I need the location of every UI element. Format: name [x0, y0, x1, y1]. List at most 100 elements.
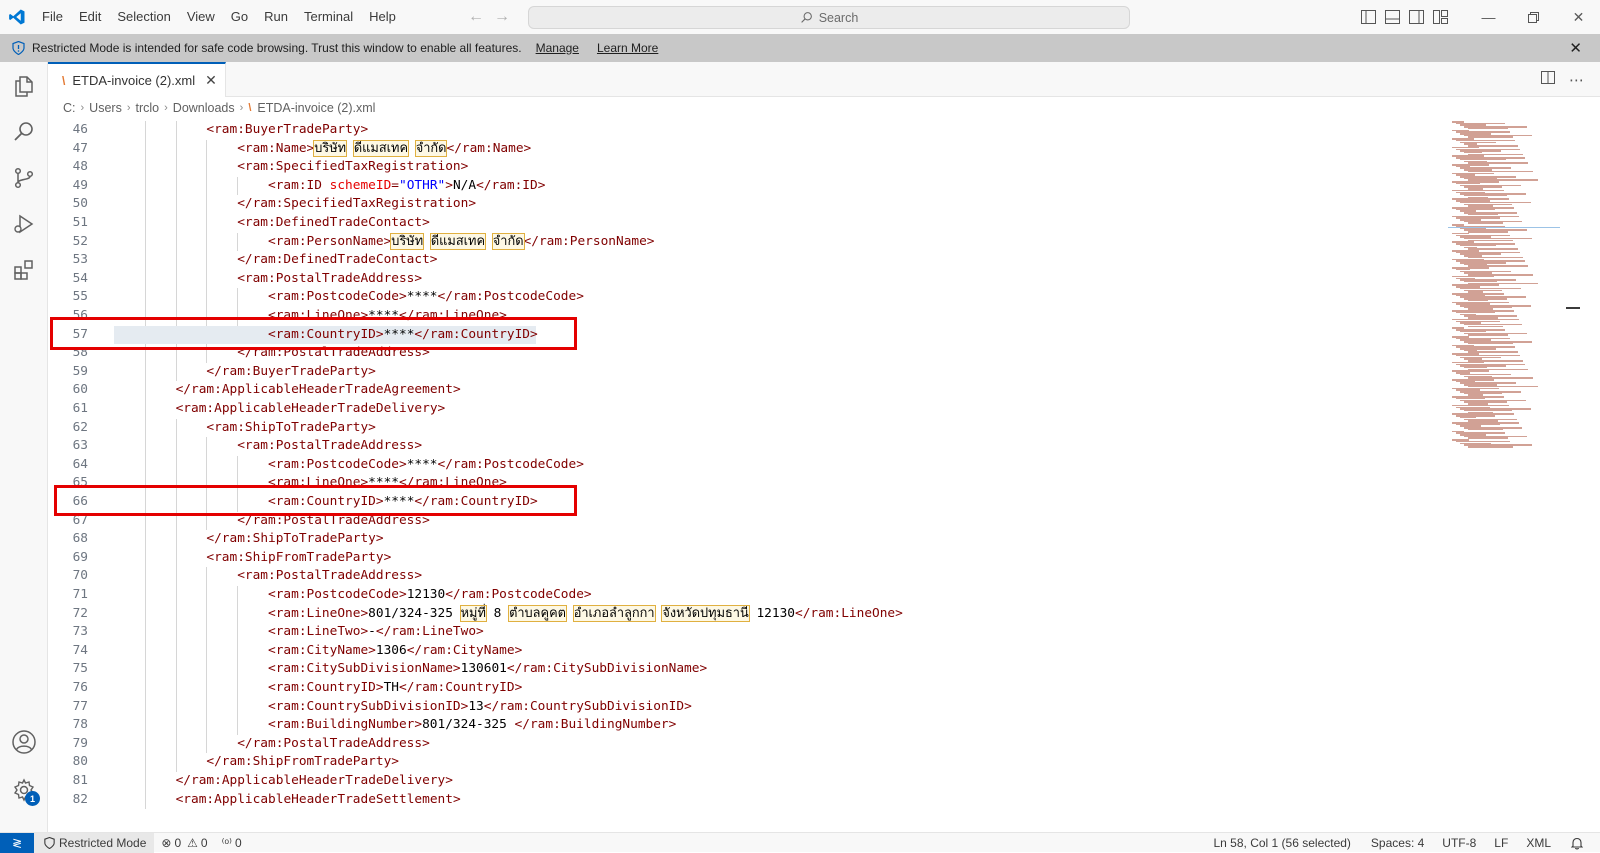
code-line[interactable]: 69<ram:ShipFromTradeParty> [48, 549, 1448, 568]
code-line[interactable]: 51<ram:DefinedTradeContact> [48, 214, 1448, 233]
menu-item-help[interactable]: Help [361, 5, 404, 29]
menu-item-run[interactable]: Run [256, 5, 296, 29]
back-arrow-icon[interactable]: ← [468, 8, 484, 26]
chevron-right-icon: › [81, 102, 85, 114]
toggle-secondary-sidebar-icon[interactable] [1408, 9, 1424, 25]
run-and-debug-icon[interactable] [0, 200, 48, 248]
toggle-panel-icon[interactable] [1384, 9, 1400, 25]
code-text: <ram:PersonName>บริษัท ดีแมสเทค จำกัด</r… [268, 233, 655, 252]
code-line[interactable]: 75<ram:CitySubDivisionName>130601</ram:C… [48, 660, 1448, 679]
code-line[interactable]: 64<ram:PostcodeCode>****</ram:PostcodeCo… [48, 456, 1448, 475]
code-line[interactable]: 47<ram:Name>บริษัท ดีแมสเทค จำกัด</ram:N… [48, 140, 1448, 159]
code-line[interactable]: 52 <ram:PersonName>บริษัท ดีแมสเทค จำกัด<… [48, 233, 1448, 252]
customize-layout-icon[interactable] [1432, 9, 1448, 25]
code-line[interactable]: 68</ram:ShipToTradeParty> [48, 530, 1448, 549]
breadcrumb-item-trclo[interactable]: trclo [136, 101, 160, 115]
cursor-position[interactable]: Ln 58, Col 1 (56 selected) [1207, 833, 1358, 853]
code-text: <ram:CountryID>TH</ram:CountryID> [268, 679, 522, 698]
search-view-icon[interactable] [0, 108, 48, 156]
indent-guide [176, 121, 177, 140]
code-line[interactable]: 60</ram:ApplicableHeaderTradeAgreement> [48, 381, 1448, 400]
close-window-icon[interactable]: ✕ [1556, 0, 1600, 34]
language-mode-status[interactable]: XML [1519, 833, 1558, 853]
code-line[interactable]: 49<ram:ID schemeID="OTHR">N/A</ram:ID> [48, 177, 1448, 196]
indent-guide [206, 233, 207, 252]
code-line[interactable]: 71<ram:PostcodeCode>12130</ram:PostcodeC… [48, 586, 1448, 605]
breadcrumb-item-drive[interactable]: C: [63, 101, 76, 115]
indent-guide [206, 177, 207, 196]
manage-gear-icon[interactable]: 1 [0, 766, 48, 814]
token-tag: <ram:DefinedTradeContact> [237, 215, 430, 230]
code-line[interactable]: 61<ram:ApplicableHeaderTradeDelivery> [48, 400, 1448, 419]
code-line[interactable]: 50</ram:SpecifiedTaxRegistration> [48, 195, 1448, 214]
eol-status[interactable]: LF [1487, 833, 1515, 853]
vertical-scrollbar[interactable] [1560, 119, 1600, 832]
code-line[interactable]: 73<ram:LineTwo>-</ram:LineTwo> [48, 623, 1448, 642]
code-line[interactable]: 46<ram:BuyerTradeParty> [48, 121, 1448, 140]
close-banner-icon[interactable]: ✕ [1569, 39, 1582, 57]
accounts-icon[interactable] [0, 718, 48, 766]
code-line[interactable]: 63<ram:PostalTradeAddress> [48, 437, 1448, 456]
command-center-search[interactable]: Search [528, 6, 1130, 29]
extensions-icon[interactable] [0, 246, 48, 294]
breadcrumb-item-users[interactable]: Users [89, 101, 122, 115]
code-line[interactable]: 55<ram:PostcodeCode>****</ram:PostcodeCo… [48, 288, 1448, 307]
learn-more-link[interactable]: Learn More [597, 41, 658, 55]
code-line[interactable]: 48<ram:SpecifiedTaxRegistration> [48, 158, 1448, 177]
indent-guide [237, 605, 238, 624]
code-line[interactable]: 81</ram:ApplicableHeaderTradeDelivery> [48, 772, 1448, 791]
restore-icon[interactable] [1511, 0, 1556, 34]
code-line[interactable]: 70<ram:PostalTradeAddress> [48, 567, 1448, 586]
indent-guide [176, 214, 177, 233]
ports-status[interactable]: ⁽ᵒ⁾ 0 [215, 833, 249, 853]
problems-status[interactable]: ⊗ 0 ⚠ 0 [154, 833, 214, 853]
line-number: 72 [48, 605, 88, 624]
menu-item-terminal[interactable]: Terminal [296, 5, 361, 29]
code-line[interactable]: 74<ram:CityName>1306</ram:CityName> [48, 642, 1448, 661]
explorer-icon[interactable] [0, 62, 48, 110]
code-line[interactable]: 54<ram:PostalTradeAddress> [48, 270, 1448, 289]
breadcrumb: C: › Users › trclo › Downloads › \ ETDA-… [48, 97, 1600, 119]
split-editor-icon[interactable] [1541, 71, 1555, 88]
menu-item-selection[interactable]: Selection [109, 5, 178, 29]
restricted-mode-status[interactable]: Restricted Mode [34, 833, 154, 853]
menu-item-go[interactable]: Go [223, 5, 256, 29]
forward-arrow-icon[interactable]: → [494, 8, 510, 26]
code-line[interactable]: 82<ram:ApplicableHeaderTradeSettlement> [48, 791, 1448, 810]
minimize-icon[interactable]: — [1466, 0, 1511, 34]
menu-item-view[interactable]: View [179, 5, 223, 29]
code-text: <ram:ShipToTradeParty> [206, 419, 376, 438]
code-line[interactable]: 78<ram:BuildingNumber>801/324-325 </ram:… [48, 716, 1448, 735]
tab-etda-invoice[interactable]: \ ETDA-invoice (2).xml ✕ [48, 62, 226, 97]
line-number: 52 [48, 233, 88, 252]
encoding-status[interactable]: UTF-8 [1435, 833, 1483, 853]
line-number: 75 [48, 660, 88, 679]
code-line[interactable]: 79</ram:PostalTradeAddress> [48, 735, 1448, 754]
breadcrumb-item-downloads[interactable]: Downloads [173, 101, 235, 115]
minimap[interactable] [1448, 119, 1560, 832]
close-tab-icon[interactable]: ✕ [205, 72, 217, 89]
menu-item-edit[interactable]: Edit [71, 5, 109, 29]
more-actions-icon[interactable]: ⋯ [1569, 71, 1584, 89]
notifications-bell-icon[interactable] [1564, 833, 1590, 853]
indent-guide [145, 214, 146, 233]
code-editor[interactable]: 82<ram:ApplicableHeaderTradeSettlement>8… [48, 119, 1448, 832]
indentation-status[interactable]: Spaces: 4 [1364, 833, 1431, 853]
line-number: 53 [48, 251, 88, 270]
code-line[interactable]: 76<ram:CountryID>TH</ram:CountryID> [48, 679, 1448, 698]
code-line[interactable]: 80</ram:ShipFromTradeParty> [48, 753, 1448, 772]
breadcrumb-item-file[interactable]: ETDA-invoice (2).xml [257, 101, 375, 115]
code-line[interactable]: 59</ram:BuyerTradeParty> [48, 363, 1448, 382]
token-tag: <ram:LineOne> [268, 606, 368, 621]
toggle-primary-sidebar-icon[interactable] [1360, 9, 1376, 25]
manage-link[interactable]: Manage [536, 41, 579, 55]
source-control-icon[interactable] [0, 154, 48, 202]
code-line[interactable]: 62<ram:ShipToTradeParty> [48, 419, 1448, 438]
code-line[interactable]: 53</ram:DefinedTradeContact> [48, 251, 1448, 270]
indent-guide [176, 642, 177, 661]
token-tag: <ram:PostcodeCode> [268, 457, 407, 472]
remote-indicator-icon[interactable]: ≷ [0, 833, 34, 853]
code-line[interactable]: 77<ram:CountrySubDivisionID>13</ram:Coun… [48, 698, 1448, 717]
code-line[interactable]: 72<ram:LineOne>801/324-325 หมู่ที่ 8 ตำบ… [48, 605, 1448, 624]
menu-item-file[interactable]: File [34, 5, 71, 29]
